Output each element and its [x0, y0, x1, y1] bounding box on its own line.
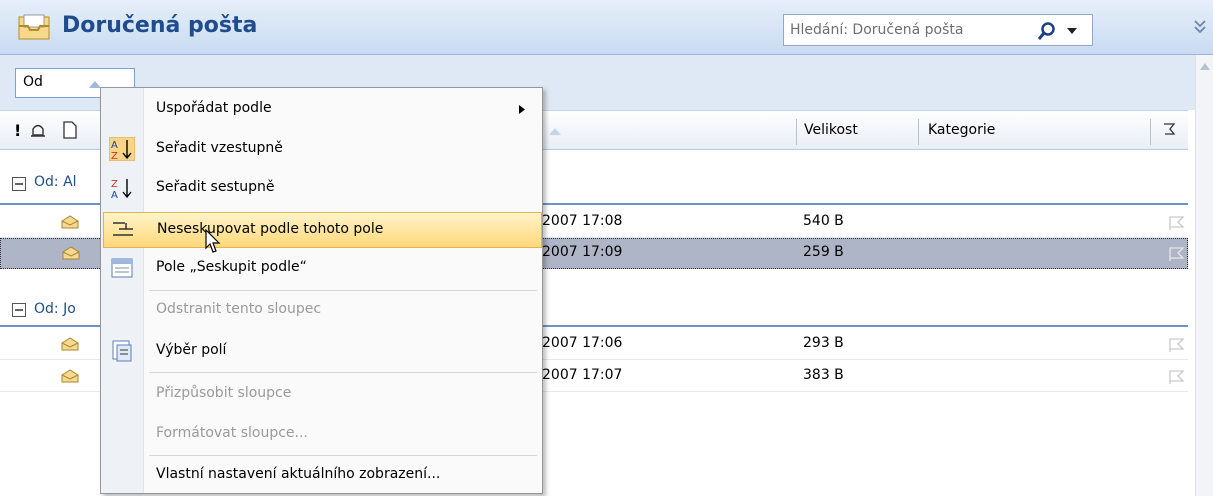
column-separator [918, 119, 919, 145]
column-context-menu: Uspořádat podle A Z Seřadit vzestupně Z … [100, 87, 543, 494]
menu-item-customize-view[interactable]: Vlastní nastavení aktuálního zobrazení..… [103, 459, 540, 491]
sort-descending-za-icon: Z A [111, 179, 132, 200]
message-received-date: 2007 17:07 [542, 367, 623, 383]
menu-item-best-fit: Přizpůsobit sloupce [103, 378, 540, 410]
menu-separator [149, 455, 537, 456]
folder-title: Doručená pošta [62, 13, 258, 38]
menu-item-field-chooser[interactable]: Výběr polí [103, 335, 540, 367]
message-received-date: 2007 17:09 [542, 244, 623, 260]
read-envelope-icon [61, 337, 79, 351]
message-received-date: 2007 17:06 [542, 335, 623, 351]
collapse-group-icon[interactable] [12, 177, 26, 191]
menu-item-sort-ascending[interactable]: A Z Seřadit vzestupně [103, 133, 540, 165]
sort-ascending-az-icon: A Z [109, 137, 135, 161]
read-envelope-icon [62, 246, 80, 260]
flag-icon[interactable] [1167, 246, 1185, 262]
expand-pane-icon[interactable] [1192, 16, 1208, 38]
svg-text:A: A [111, 190, 118, 200]
svg-text:Z: Z [111, 179, 118, 190]
search-options-chevron-icon[interactable] [1066, 26, 1078, 36]
scroll-up-arrow-icon[interactable] [1199, 61, 1211, 71]
menu-item-label: Odstranit tento sloupec [156, 301, 322, 317]
menu-item-ungroup[interactable]: Neseskupovat podle tohoto pole [103, 212, 542, 253]
menu-item-label: Seřadit vzestupně [156, 140, 283, 156]
read-envelope-icon [61, 215, 79, 229]
menu-item-label: Pole „Seskupit podle“ [156, 259, 307, 275]
ungroup-icon [113, 222, 133, 236]
field-chooser-icon [112, 340, 132, 362]
svg-text:Z: Z [111, 151, 118, 161]
flag-icon[interactable] [1167, 369, 1185, 385]
importance-column-icon[interactable]: ! [14, 121, 21, 140]
menu-item-format-columns: Formátovat sloupce... [103, 418, 540, 450]
submenu-arrow-icon [519, 105, 525, 114]
message-size: 259 B [803, 244, 844, 260]
group-by-chip-label: Od [23, 74, 43, 90]
message-size: 540 B [803, 213, 844, 229]
flag-column-icon[interactable] [1162, 122, 1176, 138]
vertical-scrollbar[interactable] [1195, 55, 1213, 496]
folder-header: Doručená pošta [0, 0, 1213, 55]
search-input[interactable] [784, 15, 1046, 45]
menu-item-label: Neseskupovat podle tohoto pole [157, 221, 384, 237]
menu-item-remove-column: Odstranit tento sloupec [103, 294, 540, 326]
group-label: Od: Jo [34, 301, 76, 317]
message-received-date: 2007 17:08 [542, 213, 623, 229]
menu-item-label: Přizpůsobit sloupce [156, 385, 292, 401]
group-label: Od: Al [34, 174, 77, 190]
column-kategorie[interactable]: Kategorie [928, 122, 995, 138]
collapse-group-icon[interactable] [12, 303, 26, 317]
message-type-column-icon[interactable] [62, 121, 78, 139]
column-separator [796, 119, 797, 145]
column-sort-arrow-icon [549, 128, 561, 135]
menu-item-label: Výběr polí [156, 342, 227, 358]
menu-item-label: Vlastní nastavení aktuálního zobrazení..… [156, 466, 441, 482]
column-velikost[interactable]: Velikost [804, 122, 858, 138]
menu-item-label: Uspořádat podle [156, 100, 272, 116]
menu-item-arrange-by[interactable]: Uspořádat podle [103, 93, 540, 125]
menu-separator [149, 290, 537, 291]
message-size: 383 B [803, 367, 844, 383]
flag-icon[interactable] [1167, 337, 1185, 353]
menu-item-label: Seřadit sestupně [156, 179, 275, 195]
search-icon[interactable] [1037, 21, 1057, 41]
svg-text:A: A [111, 140, 118, 151]
read-envelope-icon [61, 369, 79, 383]
menu-item-group-by-box[interactable]: Pole „Seskupit podle“ [103, 252, 540, 284]
menu-item-sort-descending[interactable]: Z A Seřadit sestupně [103, 172, 540, 204]
column-separator [1150, 119, 1151, 145]
search-box[interactable] [783, 14, 1093, 46]
message-size: 293 B [803, 335, 844, 351]
menu-item-label: Formátovat sloupce... [156, 425, 308, 441]
group-by-box-icon [111, 258, 133, 278]
flag-icon[interactable] [1167, 215, 1185, 231]
inbox-folder-icon [18, 14, 50, 40]
reminder-bell-column-icon[interactable] [29, 121, 47, 139]
menu-separator [149, 372, 537, 373]
